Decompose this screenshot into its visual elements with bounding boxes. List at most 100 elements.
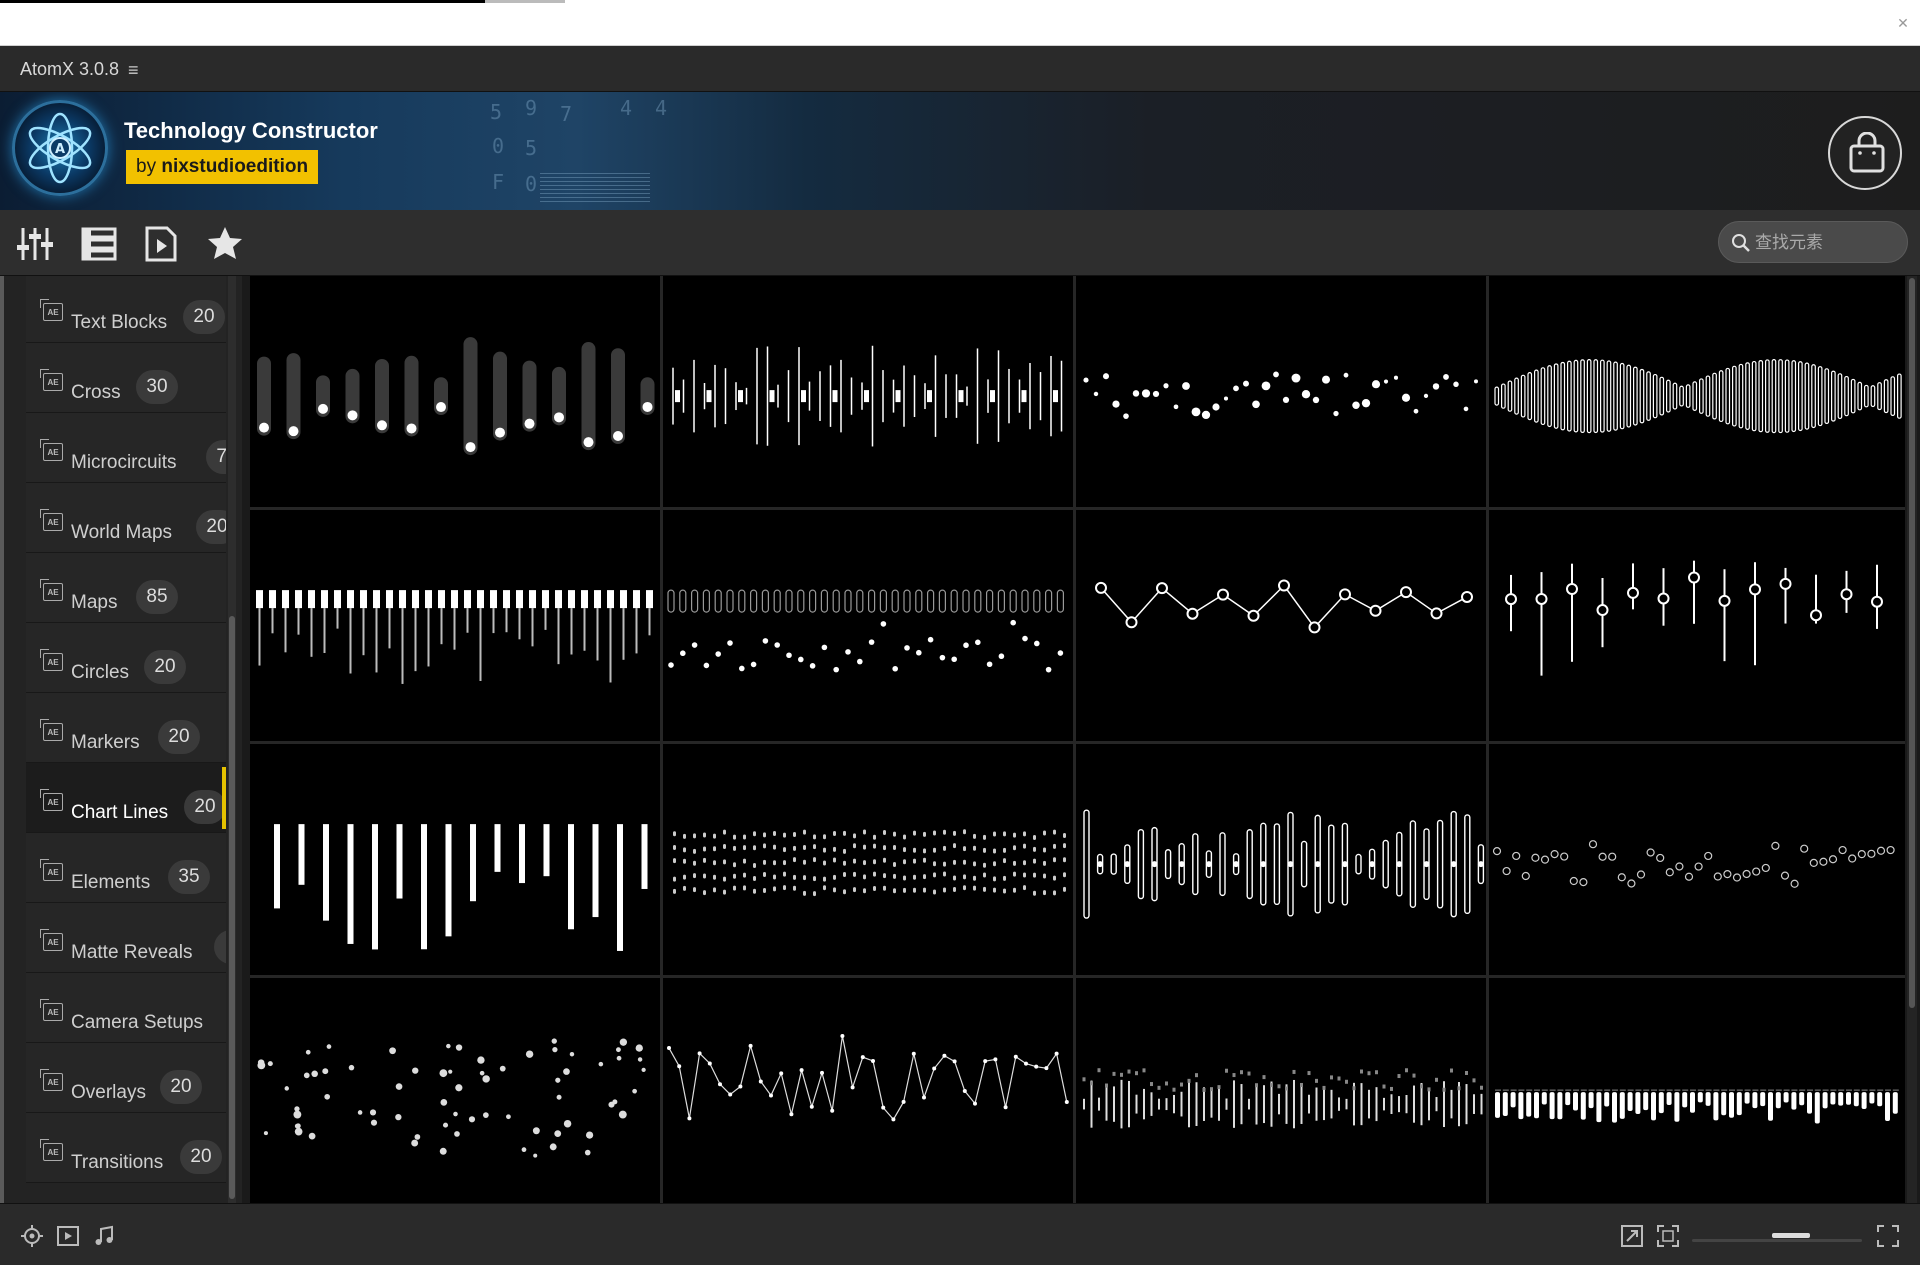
- graphic-mark: [425, 590, 432, 609]
- graphic-mark: [703, 662, 710, 669]
- graphic-mark: [763, 859, 766, 865]
- graphic-mark: [673, 831, 676, 837]
- hamburger-menu-icon[interactable]: ≡: [128, 60, 139, 81]
- sidebar-item[interactable]: AE World Maps 20: [26, 483, 226, 553]
- preview-tile[interactable]: [663, 276, 1073, 507]
- expand-icon[interactable]: [1876, 1224, 1900, 1248]
- graphic-mark: [386, 590, 393, 609]
- graphic-mark: [1492, 847, 1502, 856]
- preview-tile[interactable]: [663, 510, 1073, 741]
- sidebar-item[interactable]: AE Maps 85: [26, 553, 226, 623]
- preview-tile[interactable]: [663, 744, 1073, 975]
- ae-file-icon: AE: [40, 789, 63, 811]
- banner-digit: F: [492, 170, 505, 194]
- sidebar-scrollbar-thumb[interactable]: [229, 616, 235, 1199]
- graphic-mark: [753, 845, 756, 851]
- graphic-mark: [1219, 832, 1226, 897]
- graphic-mark: [1713, 1092, 1719, 1121]
- graphic-mark: [821, 644, 828, 651]
- graphic-mark: [1540, 367, 1546, 426]
- zoom-slider-thumb[interactable]: [1772, 1233, 1810, 1238]
- preview-tile[interactable]: [1076, 276, 1486, 507]
- sidebar-item[interactable]: AE Text Blocks 20: [26, 276, 226, 343]
- sidebar-item[interactable]: AE Circles 20: [26, 623, 226, 693]
- fit-icon[interactable]: [1620, 1224, 1644, 1248]
- graphic-mark: [983, 847, 986, 853]
- shopping-bag-button[interactable]: [1828, 116, 1902, 190]
- graphic-mark: [963, 846, 966, 852]
- fullscreen-icon[interactable]: [1656, 1224, 1680, 1248]
- graphic-mark: [533, 1153, 538, 1158]
- sidebar-item[interactable]: AE Cross 30: [26, 343, 226, 413]
- preview-tile[interactable]: [1489, 510, 1905, 741]
- graphic-mark: [257, 1061, 266, 1070]
- search-box[interactable]: [1718, 221, 1908, 263]
- preview-tile[interactable]: [250, 978, 660, 1209]
- graphic-mark: [295, 590, 302, 609]
- graphic-mark: [1897, 373, 1902, 419]
- sidebar-item-count: 20: [196, 510, 226, 544]
- graphic-mark: [1790, 879, 1799, 888]
- graphic-mark: [1328, 824, 1335, 904]
- search-input[interactable]: [1755, 230, 1900, 256]
- preview-tile[interactable]: [1489, 276, 1905, 507]
- preview-tile[interactable]: [250, 510, 660, 741]
- list-view-icon[interactable]: [80, 225, 118, 263]
- close-icon[interactable]: ✕: [1892, 12, 1914, 34]
- graphic-mark: [1021, 589, 1029, 613]
- preview-tile[interactable]: [1076, 744, 1486, 975]
- preview-tile[interactable]: [1489, 978, 1905, 1209]
- play-icon[interactable]: [56, 1224, 80, 1248]
- graphic-mark: [1464, 814, 1471, 915]
- graphic-mark: [1480, 1085, 1483, 1090]
- sidebar-item[interactable]: AE Elements 35: [26, 833, 226, 903]
- sidebar-item[interactable]: AE Transitions 20: [26, 1113, 226, 1183]
- graphic-mark: [1003, 1105, 1008, 1110]
- sidebar-item[interactable]: AE Chart Lines 20: [26, 763, 226, 833]
- zoom-slider-track[interactable]: [1692, 1239, 1862, 1242]
- preview-tile[interactable]: [1489, 744, 1905, 975]
- graphic-mark: [581, 590, 588, 609]
- sidebar-edge: [0, 276, 4, 1203]
- graphic-mark: [1869, 1092, 1875, 1104]
- graphic-mark: [1182, 382, 1190, 390]
- graphic-mark: [373, 590, 380, 609]
- sidebar-item[interactable]: AE Markers 20: [26, 693, 226, 763]
- target-icon[interactable]: [20, 1224, 44, 1248]
- graphic-mark: [1580, 359, 1585, 434]
- preview-tile[interactable]: [250, 276, 660, 507]
- sidebar-item-label: Microcircuits: [71, 452, 177, 473]
- sidebar-item[interactable]: AE Overlays 20: [26, 1043, 226, 1113]
- ae-file-icon: AE: [40, 509, 63, 531]
- graphic-mark: [524, 418, 535, 429]
- graphic-mark: [453, 1111, 458, 1117]
- graphic-mark: [1501, 383, 1506, 409]
- preview-tile[interactable]: [663, 978, 1073, 1209]
- grid-scrollbar-thumb[interactable]: [1909, 278, 1915, 1008]
- preview-tile[interactable]: [250, 744, 660, 975]
- graphic-mark: [1308, 621, 1321, 634]
- graphic-mark: [997, 589, 1005, 613]
- sidebar-item[interactable]: AE Matte Reveals 1: [26, 903, 226, 973]
- graphic-mark: [667, 589, 675, 613]
- graphic-mark: [1205, 861, 1212, 868]
- graphic-mark: [1453, 381, 1459, 387]
- graphic-mark: [1560, 361, 1566, 431]
- graphic-mark: [962, 589, 970, 613]
- music-note-icon[interactable]: [92, 1224, 116, 1248]
- favorites-star-icon[interactable]: [206, 225, 244, 263]
- preview-tile[interactable]: [1076, 510, 1486, 741]
- graphic-mark: [370, 1119, 378, 1126]
- author-badge[interactable]: by nixstudioedition: [126, 150, 319, 184]
- graphic-mark: [1450, 861, 1457, 868]
- graphic-mark: [1713, 872, 1722, 881]
- graphic-mark: [439, 1147, 447, 1155]
- preview-tile[interactable]: [1076, 978, 1486, 1209]
- preview-icon[interactable]: [142, 225, 180, 263]
- graphic-mark: [1658, 1092, 1664, 1114]
- sliders-icon[interactable]: [16, 225, 54, 263]
- graphic-mark: [763, 888, 766, 894]
- sidebar-item[interactable]: AE Microcircuits 70: [26, 413, 226, 483]
- sidebar-item[interactable]: AE Camera Setups: [26, 973, 226, 1043]
- graphic-mark: [983, 872, 986, 878]
